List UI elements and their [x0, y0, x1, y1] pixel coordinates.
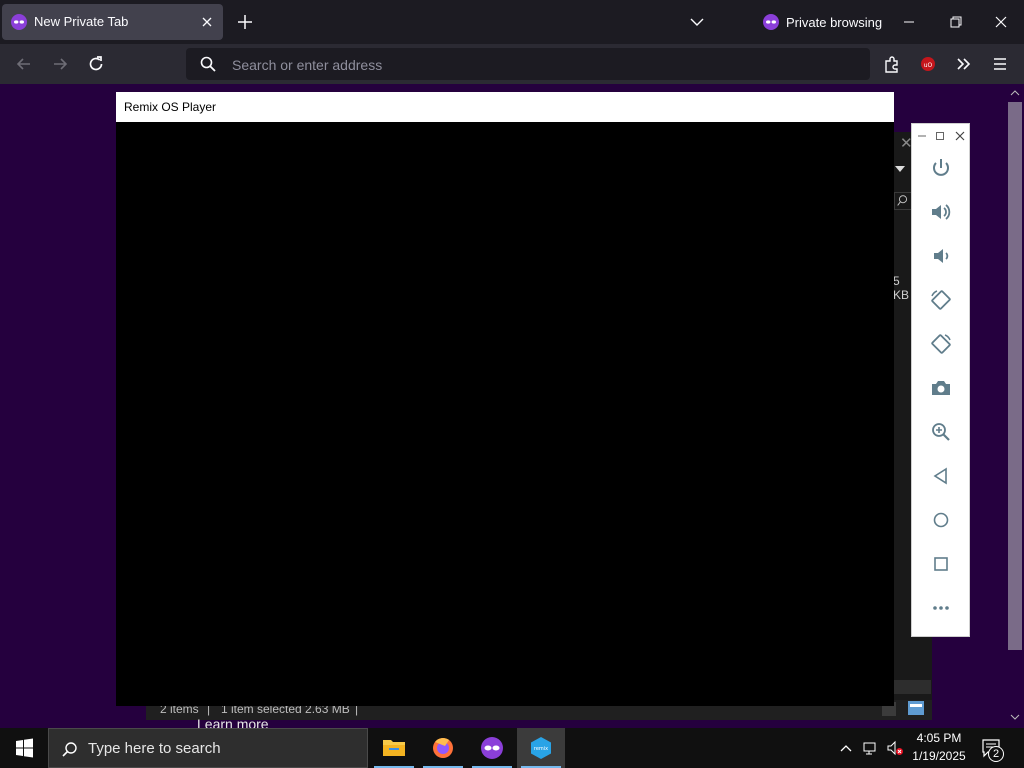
taskbar-app-remix-os[interactable]: remix [517, 728, 565, 768]
tab-new-private-tab[interactable]: New Private Tab [2, 4, 223, 40]
browser-navigation-bar: Search or enter address uO [0, 44, 1024, 84]
extensions-puzzle-icon[interactable] [882, 54, 902, 74]
back-arrow-icon[interactable] [14, 54, 34, 74]
explorer-search-icon[interactable] [894, 192, 912, 210]
taskbar: Type here to search remix 4:05 PM 1/19/2… [0, 728, 1024, 768]
power-icon[interactable] [929, 156, 953, 180]
new-tab-icon[interactable] [235, 12, 255, 32]
close-tab-icon[interactable] [199, 14, 215, 30]
rotate-left-icon[interactable] [929, 288, 953, 312]
volume-down-icon[interactable] [929, 244, 953, 268]
minimize-icon[interactable] [896, 10, 922, 34]
private-browsing-icon [763, 14, 779, 30]
address-bar[interactable]: Search or enter address [186, 48, 870, 80]
chevron-down-icon[interactable] [688, 14, 706, 30]
remix-os-player-window: Remix OS Player [116, 92, 894, 706]
remix-os-icon: remix [531, 737, 551, 759]
remix-title-bar[interactable]: Remix OS Player [116, 92, 894, 122]
back-icon[interactable] [929, 464, 953, 488]
rotate-right-icon[interactable] [929, 332, 953, 356]
search-icon [200, 56, 216, 72]
file-size-text: 5 KB [893, 274, 910, 302]
emulator-screen[interactable] [116, 122, 894, 706]
clock-date[interactable]: 1/19/2025 [900, 749, 978, 763]
firefox-private-icon [481, 737, 503, 759]
taskbar-app-firefox[interactable] [419, 728, 467, 768]
maximize-icon[interactable] [934, 130, 946, 142]
reload-icon[interactable] [86, 54, 106, 74]
notification-count-badge: 2 [988, 746, 1004, 762]
restore-icon[interactable] [942, 10, 968, 34]
scroll-up-icon[interactable] [1010, 88, 1020, 98]
page-scrollbar[interactable] [1006, 84, 1024, 728]
network-icon[interactable] [862, 740, 880, 756]
clock-time[interactable]: 4:05 PM [900, 731, 978, 745]
large-icons-view-icon[interactable] [907, 700, 925, 716]
address-bar-placeholder: Search or enter address [232, 57, 383, 73]
search-placeholder: Type here to search [88, 740, 221, 757]
chevron-up-icon[interactable] [838, 740, 854, 756]
remix-control-panel [911, 123, 970, 637]
browser-tab-bar: New Private Tab Private browsing [0, 0, 1024, 44]
svg-text:uO: uO [924, 62, 933, 69]
scroll-down-icon[interactable] [1010, 712, 1020, 722]
private-browsing-label: Private browsing [786, 15, 883, 30]
camera-icon[interactable] [929, 376, 953, 400]
taskbar-app-firefox-private[interactable] [468, 728, 516, 768]
hamburger-menu-icon[interactable] [990, 54, 1010, 74]
explorer-horizontal-scrollbar[interactable] [893, 680, 931, 694]
close-window-icon[interactable] [988, 10, 1014, 34]
more-tools-chevron-icon[interactable] [954, 54, 974, 74]
scrollbar-thumb[interactable] [1008, 102, 1022, 650]
volume-up-icon[interactable] [929, 200, 953, 224]
window-title: Remix OS Player [124, 100, 217, 114]
svg-text:remix: remix [534, 746, 548, 752]
chevron-down-icon[interactable] [893, 162, 907, 176]
firefox-icon [433, 738, 453, 758]
private-mask-icon [11, 14, 27, 30]
tab-title: New Private Tab [34, 14, 129, 29]
close-icon[interactable] [954, 130, 966, 142]
forward-arrow-icon[interactable] [50, 54, 70, 74]
file-explorer-icon [383, 740, 405, 756]
zoom-in-icon[interactable] [929, 420, 953, 444]
taskbar-search-box[interactable]: Type here to search [48, 728, 368, 768]
search-icon [62, 742, 77, 757]
taskbar-app-file-explorer[interactable] [370, 728, 418, 768]
ublock-origin-icon[interactable]: uO [918, 54, 938, 74]
more-icon[interactable] [929, 596, 953, 620]
windows-start-icon[interactable] [0, 728, 48, 768]
recents-icon[interactable] [929, 552, 953, 576]
minimize-icon[interactable] [916, 130, 928, 142]
home-icon[interactable] [929, 508, 953, 532]
